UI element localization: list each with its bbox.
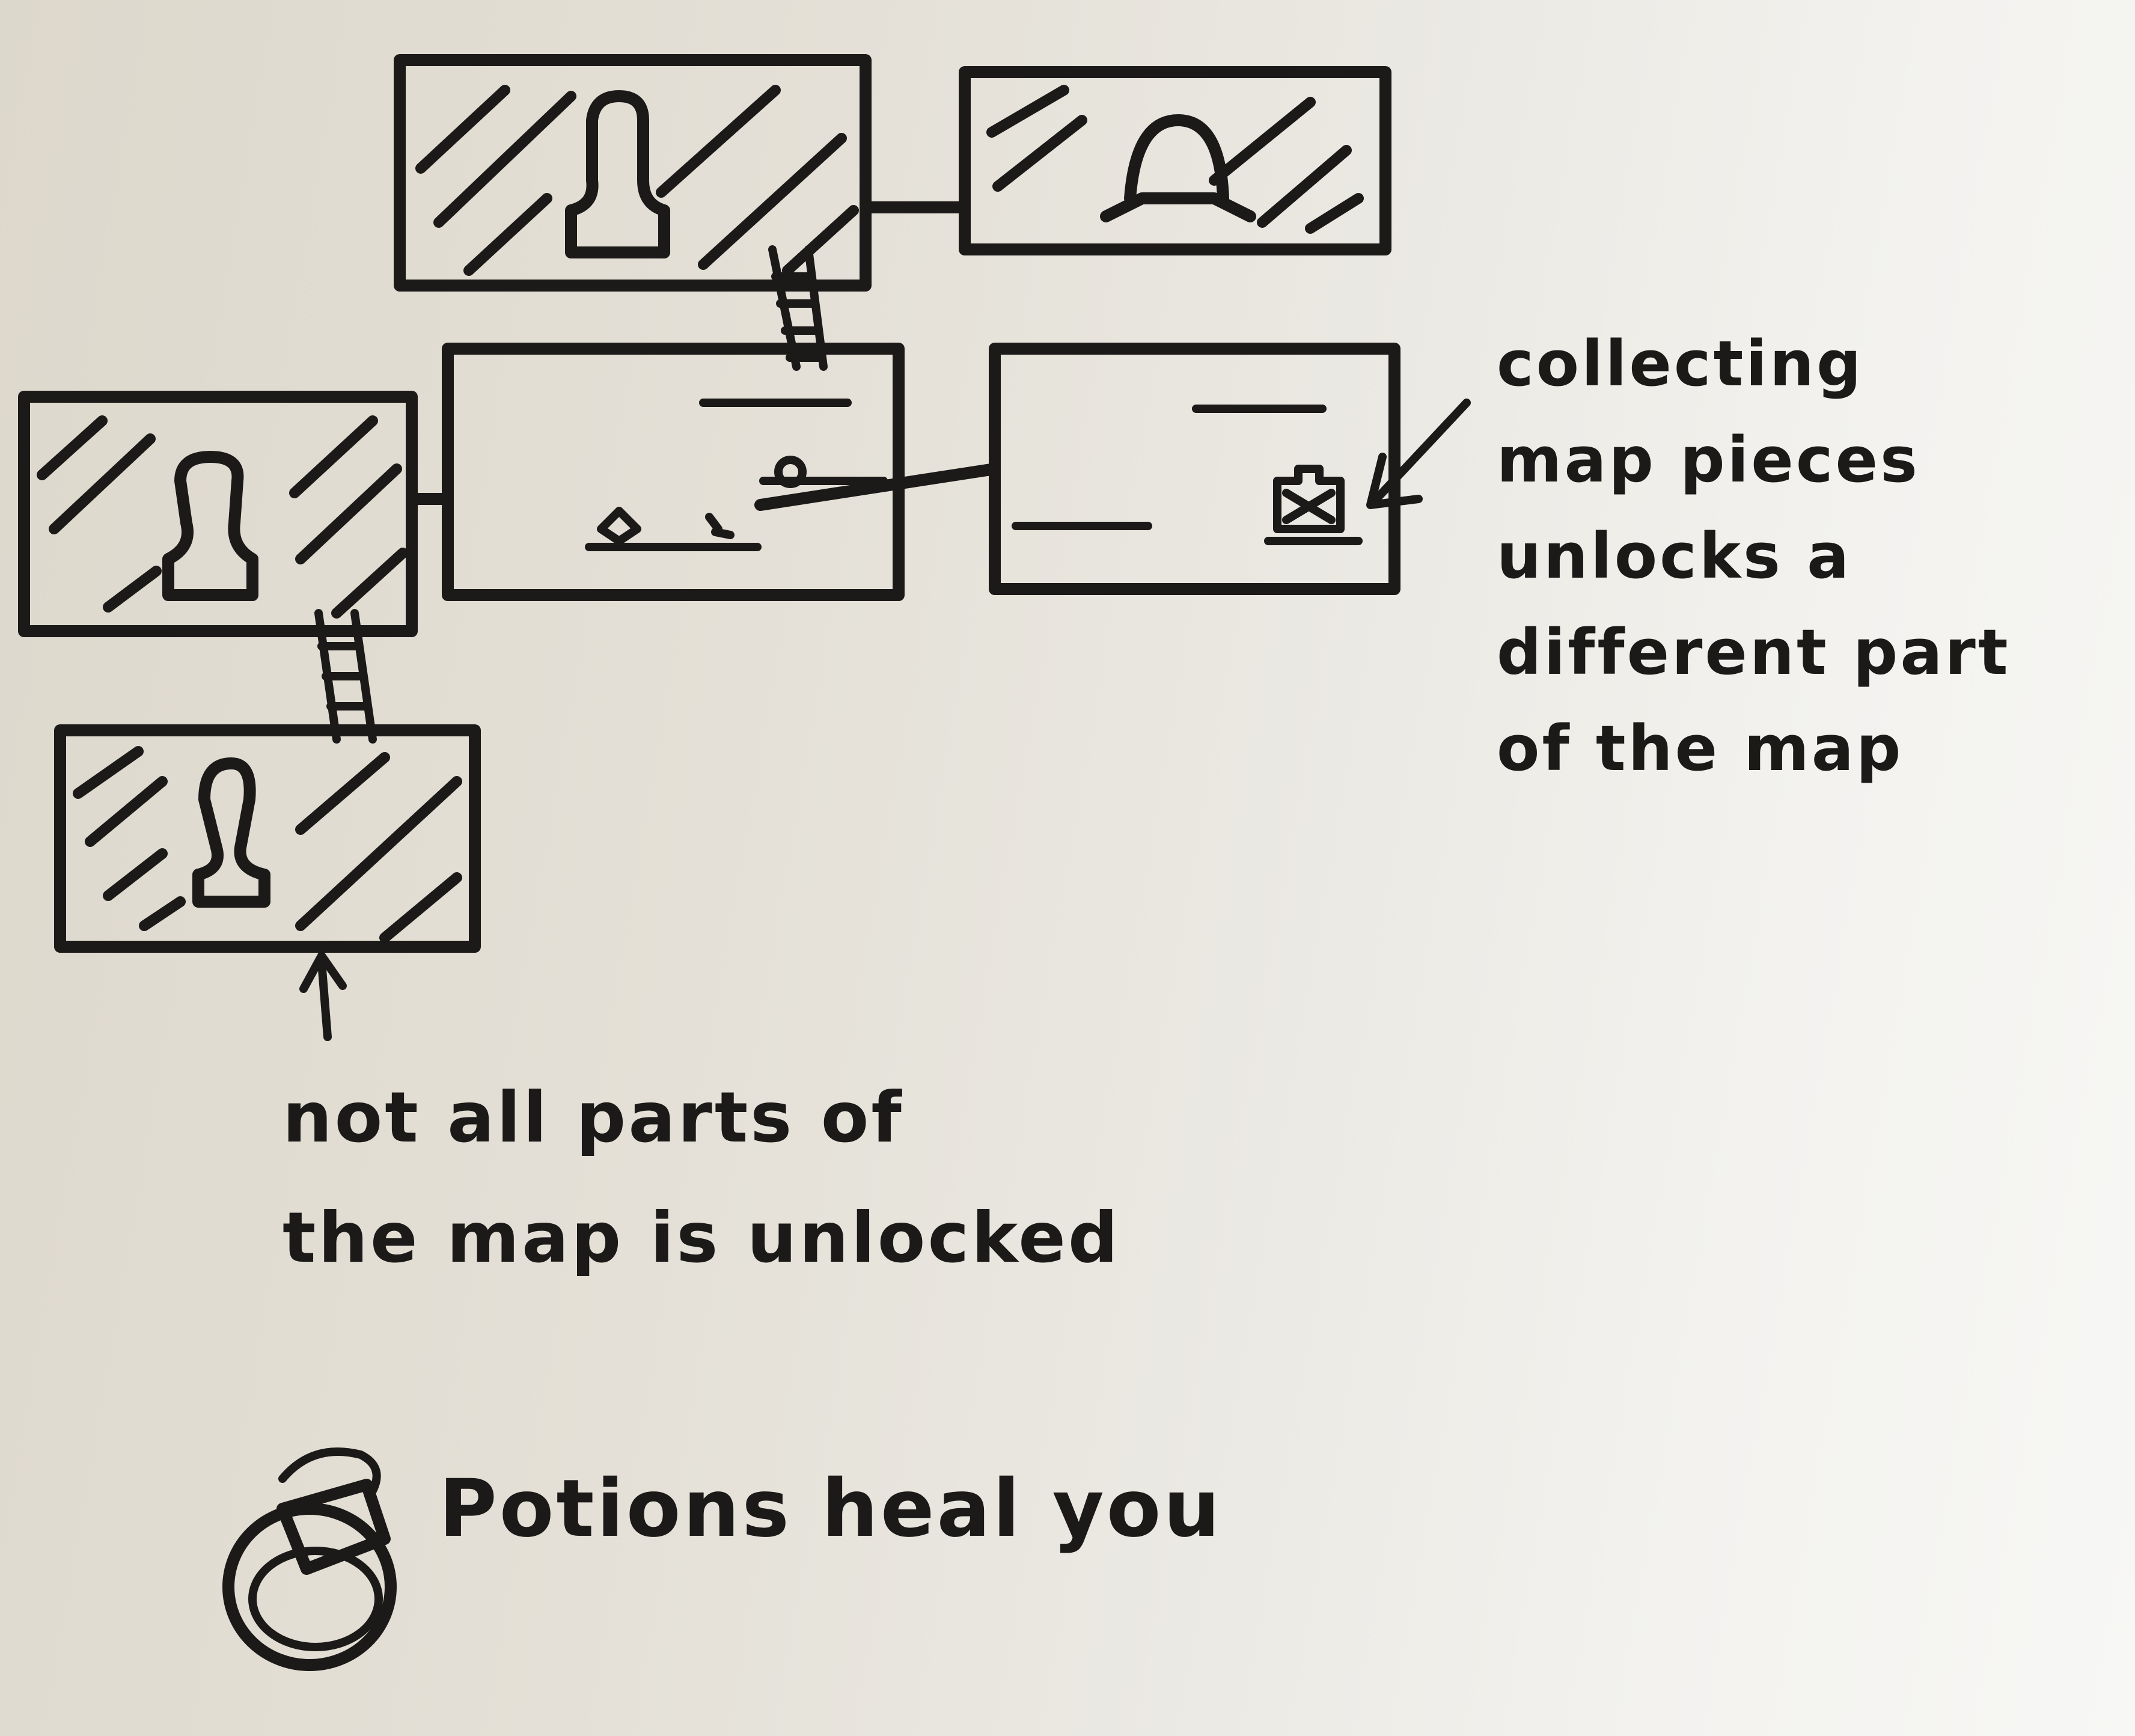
enemy-icon [705, 513, 735, 539]
coin-icon [774, 456, 807, 488]
player-icon [597, 507, 641, 545]
map-piece-icon [1273, 465, 1345, 533]
hatch-lines [73, 746, 462, 943]
silhouette-icon [192, 757, 270, 908]
room-top-right-locked [959, 66, 1391, 255]
silhouette-icon [162, 451, 258, 601]
arrow-icon [1366, 399, 1471, 509]
hatch-lines [37, 415, 408, 619]
note-line: not all parts of [283, 1077, 904, 1158]
note-line: map pieces [1497, 423, 1920, 497]
note-line: unlocks a [1497, 519, 1852, 593]
note-line: different part [1497, 616, 2011, 689]
note-map-pieces: collecting map pieces unlocks a differen… [1497, 316, 2011, 796]
potion-icon [222, 1447, 397, 1671]
room-bottom-left-locked [54, 724, 481, 953]
hatch-lines [986, 85, 1364, 234]
room-top-left-locked [394, 54, 872, 292]
note-line: the map is unlocked [283, 1197, 1120, 1279]
note-line: collecting [1497, 327, 1864, 400]
room-center-unlocked [442, 343, 905, 601]
note-unlocked-parts: not all parts of the map is unlocked [283, 1058, 1120, 1298]
room-middle-left-locked [18, 391, 418, 637]
room-middle-right-unlocked [989, 343, 1400, 595]
note-potions: Potions heal you [439, 1462, 1223, 1555]
note-line: of the map [1497, 712, 1904, 785]
arrow-icon [299, 952, 347, 1041]
silhouette-icon [565, 90, 670, 258]
